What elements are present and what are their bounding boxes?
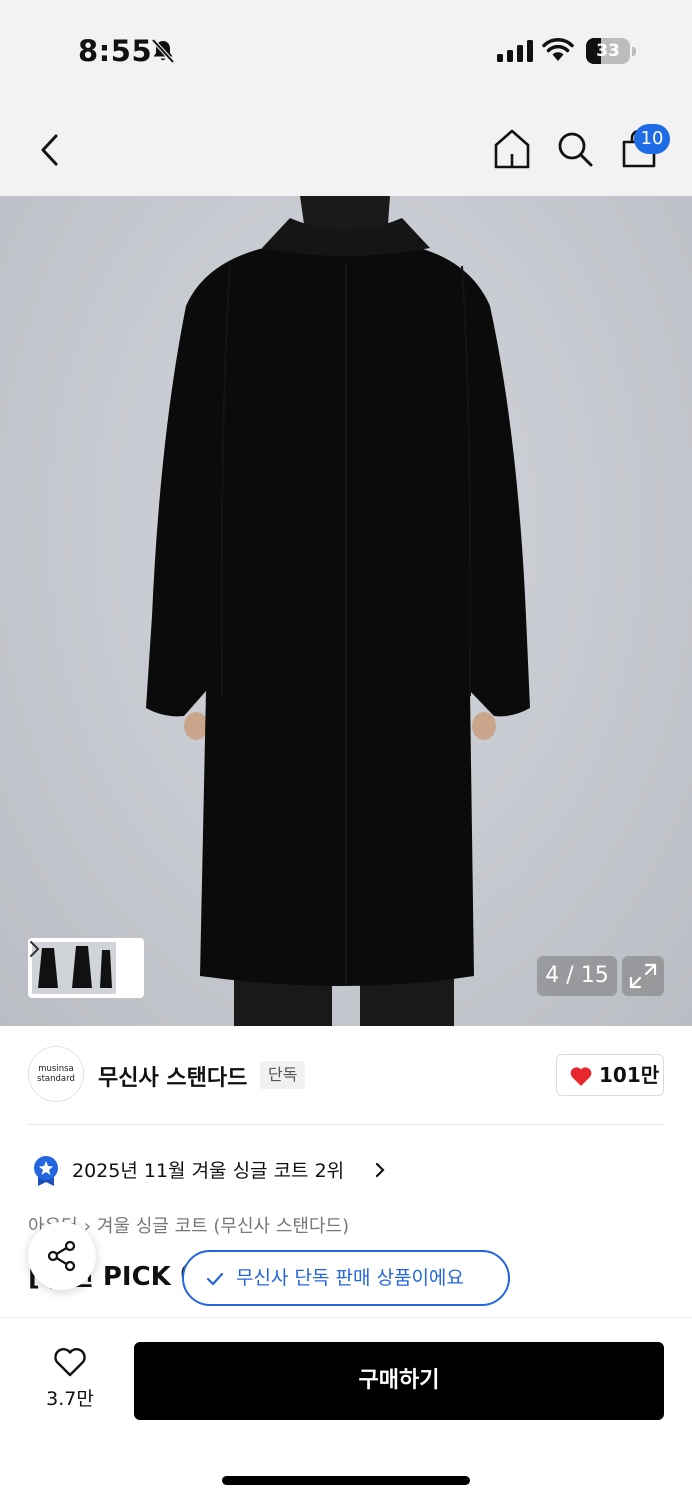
check-icon xyxy=(206,1272,224,1286)
divider xyxy=(28,1124,664,1125)
brand-name[interactable]: 무신사 스탠다드 xyxy=(98,1060,247,1092)
brand-like-count: 101만 xyxy=(599,1063,660,1087)
exclusive-tag: 단독 xyxy=(260,1061,306,1089)
brand-logo-line2: standard xyxy=(37,1074,75,1084)
share-icon xyxy=(47,1240,76,1272)
home-icon[interactable] xyxy=(492,128,532,170)
status-bar: 8:55 33 xyxy=(0,0,692,100)
heart-outline-icon xyxy=(54,1348,86,1377)
brand-logo-line1: musinsa xyxy=(38,1064,74,1074)
exclusive-notice-pill: 무신사 단독 판매 상품이에요 xyxy=(182,1250,510,1306)
cart-count-badge: 10 xyxy=(634,124,670,154)
thumbnail-strip[interactable] xyxy=(28,938,144,998)
battery-icon: 33 xyxy=(586,38,636,64)
wifi-icon xyxy=(542,38,574,61)
share-button[interactable] xyxy=(28,1222,96,1290)
battery-percent: 33 xyxy=(596,41,620,61)
brand-logo[interactable]: musinsa standard xyxy=(28,1046,84,1102)
ranking-badge-icon xyxy=(34,1156,58,1186)
back-icon[interactable] xyxy=(32,130,68,170)
breadcrumb-item[interactable]: 겨울 싱글 코트 (무신사 스탠다드) xyxy=(97,1216,349,1237)
search-icon[interactable] xyxy=(556,130,594,168)
expand-button[interactable] xyxy=(622,956,664,996)
home-indicator xyxy=(222,1476,470,1485)
buy-button[interactable]: 구매하기 xyxy=(134,1342,664,1420)
heart-filled-icon xyxy=(570,1067,592,1086)
exclusive-notice-text: 무신사 단독 판매 상품이에요 xyxy=(236,1267,464,1289)
chevron-right-icon[interactable] xyxy=(374,1160,386,1180)
bell-slash-icon xyxy=(151,38,175,64)
coat-photo xyxy=(146,196,530,1026)
ranking-text[interactable]: 2025년 11월 겨울 싱글 코트 2위 xyxy=(72,1156,344,1183)
wishlist-count: 3.7만 xyxy=(46,1388,94,1410)
wishlist-button[interactable]: 3.7만 xyxy=(34,1344,106,1416)
status-time: 8:55 xyxy=(78,34,153,68)
brand-like-button[interactable]: 101만 xyxy=(556,1054,664,1096)
product-image[interactable]: 4 / 15 xyxy=(0,196,692,1026)
thumbnail-image xyxy=(32,942,116,994)
gallery-page-counter: 4 / 15 xyxy=(537,956,617,996)
expand-icon xyxy=(629,963,657,989)
nav-header xyxy=(0,100,692,196)
chevron-right-icon xyxy=(30,941,40,957)
signal-icon xyxy=(497,40,533,62)
